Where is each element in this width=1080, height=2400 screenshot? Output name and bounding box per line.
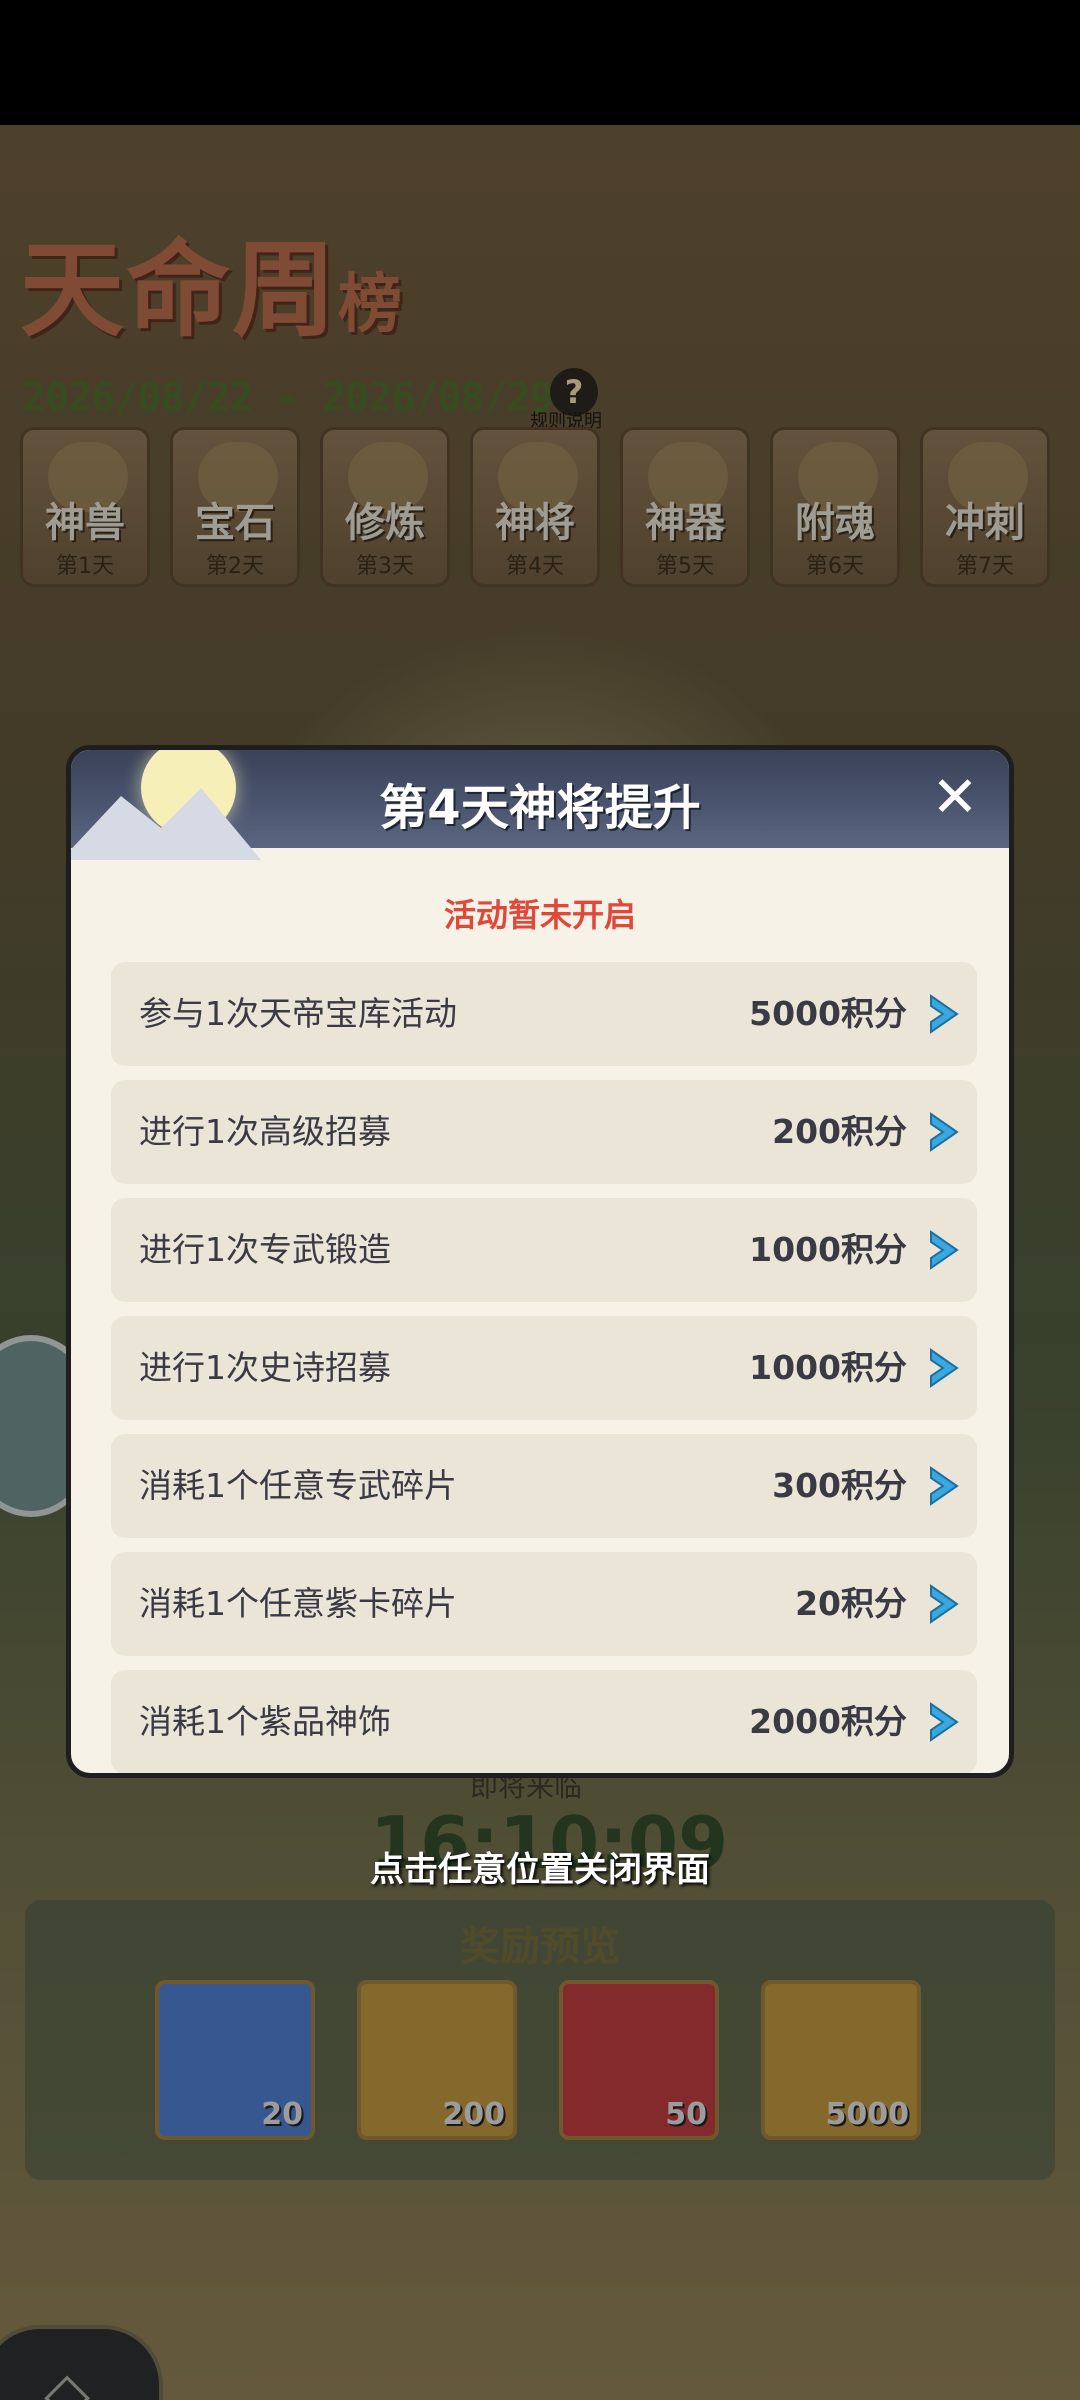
task-list[interactable]: 参与1次天帝宝库活动 5000积分 进行1次高级招募 200积分 进行1次专武锻… (111, 962, 977, 1773)
task-row[interactable]: 消耗1个任意专武碎片 300积分 (111, 1434, 977, 1538)
task-points: 1000积分 (749, 1348, 907, 1387)
task-row[interactable]: 消耗1个任意紫卡碎片 20积分 (111, 1552, 977, 1656)
chevron-right-icon[interactable] (923, 1346, 967, 1390)
task-label: 参与1次天帝宝库活动 (139, 994, 457, 1033)
task-points: 300积分 (772, 1466, 907, 1505)
chevron-right-icon[interactable] (923, 1582, 967, 1626)
chevron-right-icon[interactable] (923, 1228, 967, 1272)
task-points: 5000积分 (749, 994, 907, 1033)
task-row[interactable]: 参与1次天帝宝库活动 5000积分 (111, 962, 977, 1066)
task-points: 1000积分 (749, 1230, 907, 1269)
task-label: 进行1次高级招募 (139, 1112, 391, 1151)
chevron-right-icon[interactable] (923, 1700, 967, 1744)
task-row[interactable]: 进行1次专武锻造 1000积分 (111, 1198, 977, 1302)
close-hint: 点击任意位置关闭界面 (370, 1850, 710, 1890)
task-row[interactable]: 进行1次高级招募 200积分 (111, 1080, 977, 1184)
activity-status: 活动暂未开启 (443, 896, 636, 934)
close-icon[interactable]: ✕ (925, 768, 985, 828)
chevron-right-icon[interactable] (923, 1110, 967, 1154)
task-label: 消耗1个任意紫卡碎片 (139, 1584, 457, 1623)
task-row[interactable]: 进行1次史诗招募 1000积分 (111, 1316, 977, 1420)
task-points: 20积分 (795, 1584, 907, 1623)
task-points: 2000积分 (749, 1702, 907, 1741)
modal-title: 第4天神将提升 (379, 780, 701, 836)
task-row[interactable]: 消耗1个紫品神饰 2000积分 (111, 1670, 977, 1773)
chevron-right-icon[interactable] (923, 992, 967, 1036)
task-points: 200积分 (772, 1112, 907, 1151)
task-label: 消耗1个任意专武碎片 (139, 1466, 457, 1505)
task-label: 消耗1个紫品神饰 (139, 1702, 391, 1741)
task-label: 进行1次史诗招募 (139, 1348, 391, 1387)
modal-header: 第4天神将提升 ✕ (71, 750, 1009, 860)
task-label: 进行1次专武锻造 (139, 1230, 391, 1269)
task-modal: 第4天神将提升 ✕ 活动暂未开启 参与1次天帝宝库活动 5000积分 进行1次高… (66, 745, 1014, 1778)
chevron-right-icon[interactable] (923, 1464, 967, 1508)
